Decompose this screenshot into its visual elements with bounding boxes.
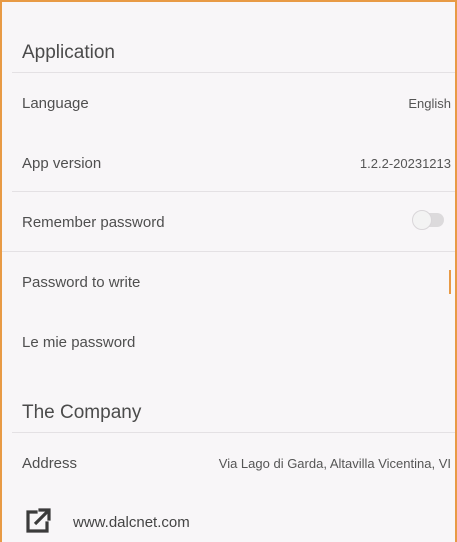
password-input-caret[interactable] <box>449 270 451 294</box>
language-value: English <box>408 96 451 111</box>
remember-password-label: Remember password <box>22 214 165 231</box>
toggle-knob <box>412 210 432 230</box>
divider <box>2 251 455 252</box>
external-link-icon[interactable] <box>24 507 52 535</box>
address-label: Address <box>22 455 78 472</box>
application-section-title: Application <box>22 42 115 63</box>
language-label: Language <box>22 95 89 112</box>
website-link[interactable]: www.dalcnet.com <box>73 514 190 531</box>
address-value: Via Lago di Garda, Altavilla Vicentina, … <box>218 456 451 471</box>
remember-password-toggle[interactable] <box>412 210 444 230</box>
company-section-title: The Company <box>22 402 142 423</box>
divider <box>12 432 455 433</box>
settings-panel: Application Language English App version… <box>0 0 457 542</box>
app-version-value: 1.2.2-20231213 <box>359 156 451 171</box>
divider <box>12 191 455 192</box>
password-to-write-label: Password to write <box>22 274 141 291</box>
my-passwords-label: Le mie password <box>22 334 136 351</box>
app-version-label: App version <box>22 155 102 172</box>
divider <box>12 72 455 73</box>
